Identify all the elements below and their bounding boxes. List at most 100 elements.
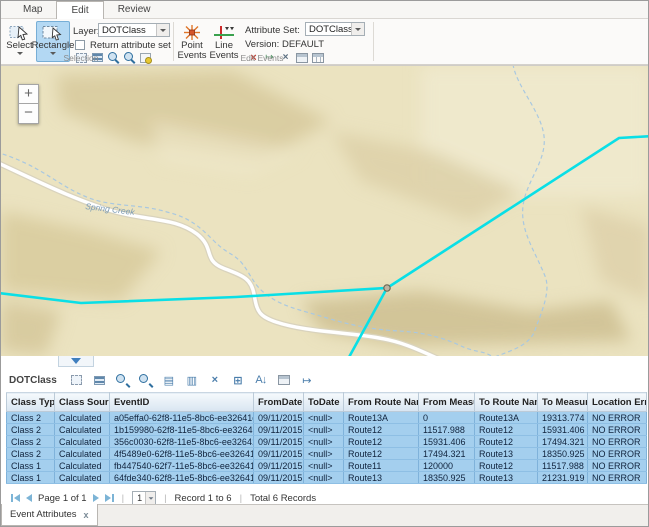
table-cell[interactable]: Class 2 — [7, 436, 55, 448]
map-view[interactable]: Spring Creek + − — [1, 65, 648, 356]
table-row[interactable]: Class 2Calculated1b159980-62f8-11e5-8bc6… — [7, 424, 647, 436]
table-cell[interactable]: Route12 — [475, 436, 538, 448]
table-cell[interactable]: Calculated — [55, 448, 110, 460]
switch-selection-icon[interactable]: ▥ — [184, 373, 200, 388]
table-cell[interactable]: NO ERROR — [588, 424, 647, 436]
table-cell[interactable]: 18350.925 — [538, 448, 588, 460]
table-cell[interactable]: Calculated — [55, 424, 110, 436]
table-cell[interactable]: Route12 — [475, 424, 538, 436]
zoom-in-button[interactable]: + — [18, 84, 39, 104]
table-row[interactable]: Class 2Calculated4f5489e0-62f8-11e5-8bc6… — [7, 448, 647, 460]
table-cell[interactable]: 15931.406 — [538, 424, 588, 436]
next-page-button[interactable] — [93, 494, 99, 502]
table-cell[interactable]: Route13 — [344, 472, 419, 484]
table-cell[interactable]: <null> — [304, 448, 344, 460]
table-cell[interactable]: 0 — [419, 412, 475, 424]
close-icon[interactable]: x — [84, 510, 89, 520]
table-cell[interactable]: 15931.406 — [419, 436, 475, 448]
table-row[interactable]: Class 2Calculated356c0030-62f8-11e5-8bc6… — [7, 436, 647, 448]
tab-edit[interactable]: Edit — [56, 1, 103, 19]
column-header-to-route-name[interactable]: To Route Name — [475, 393, 538, 412]
table-cell[interactable]: NO ERROR — [588, 412, 647, 424]
last-page-button[interactable] — [105, 494, 114, 502]
column-header-to-measure[interactable]: To Measure — [538, 393, 588, 412]
column-header-todate[interactable]: ToDate — [304, 393, 344, 412]
column-header-from-route-name[interactable]: From Route Name — [344, 393, 419, 412]
table-cell[interactable]: 11517.988 — [419, 424, 475, 436]
table-cell[interactable]: Class 2 — [7, 448, 55, 460]
table-cell[interactable]: NO ERROR — [588, 436, 647, 448]
table-cell[interactable]: 21231.919 — [538, 472, 588, 484]
first-page-button[interactable] — [11, 494, 20, 502]
table-cell[interactable]: Route13A — [475, 412, 538, 424]
table-cell[interactable]: 1b159980-62f8-11e5-8bc6-ee32641d5ec9 — [110, 424, 254, 436]
table-cell[interactable]: 09/11/2015 — [254, 424, 304, 436]
table-row[interactable]: Class 1Calculatedfb447540-62f7-11e5-8bc6… — [7, 460, 647, 472]
table-cell[interactable]: <null> — [304, 472, 344, 484]
table-cell[interactable]: 09/11/2015 — [254, 412, 304, 424]
table-cell[interactable]: Class 2 — [7, 412, 55, 424]
table-cell[interactable]: 17494.321 — [538, 436, 588, 448]
zoom-to-selected-icon[interactable] — [115, 373, 131, 388]
table-cell[interactable]: Calculated — [55, 436, 110, 448]
column-header-from-measure[interactable]: From Measure — [419, 393, 475, 412]
table-cell[interactable]: a05effa0-62f8-11e5-8bc6-ee32641d5ec9 — [110, 412, 254, 424]
save-edits-icon[interactable]: ▤ — [161, 373, 177, 388]
table-cell[interactable]: fb447540-62f7-11e5-8bc6-ee32641d5ec9 — [110, 460, 254, 472]
table-cell[interactable]: Class 2 — [7, 424, 55, 436]
page-number-arrow-icon[interactable] — [145, 492, 155, 504]
table-cell[interactable]: 19313.774 — [538, 412, 588, 424]
table-cell[interactable]: 09/11/2015 — [254, 436, 304, 448]
collapse-table-button[interactable] — [58, 356, 94, 367]
table-cell[interactable]: 356c0030-62f8-11e5-8bc6-ee32641d5ec9 — [110, 436, 254, 448]
table-cell[interactable]: Route12 — [344, 448, 419, 460]
table-cell[interactable]: Route13 — [475, 448, 538, 460]
table-cell[interactable]: <null> — [304, 412, 344, 424]
table-cell[interactable]: 4f5489e0-62f8-11e5-8bc6-ee32641d5ec9 — [110, 448, 254, 460]
table-cell[interactable]: Route12 — [344, 424, 419, 436]
column-header-eventid[interactable]: EventID — [110, 393, 254, 412]
layer-select[interactable]: DOTClass — [98, 23, 170, 37]
open-attribute-window-icon[interactable] — [276, 373, 292, 388]
previous-page-button[interactable] — [26, 494, 32, 502]
table-cell[interactable]: 11517.988 — [538, 460, 588, 472]
tab-review[interactable]: Review — [104, 1, 165, 18]
column-header-class-source[interactable]: Class Source — [55, 393, 110, 412]
page-number-select[interactable]: 1 — [132, 491, 156, 505]
table-cell[interactable]: <null> — [304, 436, 344, 448]
table-row[interactable]: Class 1Calculated64fde340-62f8-11e5-8bc6… — [7, 472, 647, 484]
pan-to-selected-icon[interactable] — [138, 373, 154, 388]
sort-records-icon[interactable]: A↓ — [253, 373, 269, 388]
table-cell[interactable]: 18350.925 — [419, 472, 475, 484]
table-cell[interactable]: Calculated — [55, 412, 110, 424]
table-cell[interactable]: NO ERROR — [588, 472, 647, 484]
table-cell[interactable]: Route13A — [344, 412, 419, 424]
show-selected-records-icon[interactable] — [92, 373, 108, 388]
table-cell[interactable]: 64fde340-62f8-11e5-8bc6-ee32641d5ec9 — [110, 472, 254, 484]
column-header-fromdate[interactable]: FromDate — [254, 393, 304, 412]
measure-locate-icon[interactable]: ↦ — [299, 373, 315, 388]
column-header-location-error[interactable]: Location Error — [588, 393, 647, 412]
table-cell[interactable]: 09/11/2015 — [254, 448, 304, 460]
table-cell[interactable]: Route12 — [475, 460, 538, 472]
attribute-set-arrow-icon[interactable] — [351, 23, 364, 35]
table-cell[interactable]: Class 1 — [7, 472, 55, 484]
table-cell[interactable]: Route11 — [344, 460, 419, 472]
table-cell[interactable]: Route12 — [344, 436, 419, 448]
table-cell[interactable]: 17494.321 — [419, 448, 475, 460]
table-cell[interactable]: <null> — [304, 424, 344, 436]
add-records-icon[interactable]: ⊞ — [230, 373, 246, 388]
tab-map[interactable]: Map — [9, 1, 56, 18]
table-cell[interactable]: NO ERROR — [588, 448, 647, 460]
table-cell[interactable]: <null> — [304, 460, 344, 472]
table-cell[interactable]: 120000 — [419, 460, 475, 472]
table-cell[interactable]: Route13 — [475, 472, 538, 484]
tab-event-attributes[interactable]: Event Attributes x — [1, 504, 98, 526]
layer-select-arrow-icon[interactable] — [156, 24, 169, 36]
select-records-icon[interactable] — [69, 373, 85, 388]
column-header-class-type[interactable]: Class Type — [7, 393, 55, 412]
table-cell[interactable]: Calculated — [55, 460, 110, 472]
zoom-out-button[interactable]: − — [18, 104, 39, 124]
table-cell[interactable]: Class 1 — [7, 460, 55, 472]
return-attribute-set-checkbox[interactable] — [75, 40, 85, 50]
